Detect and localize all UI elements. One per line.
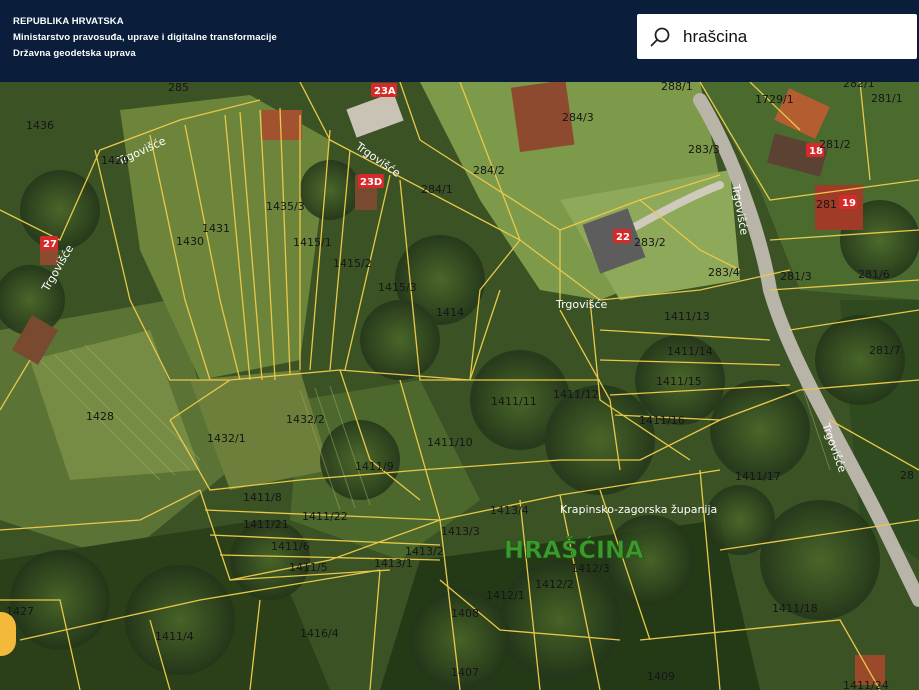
parcel-label: 1411/8 <box>243 491 282 504</box>
parcel-label: 281 <box>816 198 837 211</box>
parcel-label: 1412/2 <box>535 578 574 591</box>
parcel-label: 284/3 <box>562 111 594 124</box>
parcel-label: 1416/4 <box>300 627 339 640</box>
parcel-label: 283/3 <box>688 143 720 156</box>
search-icon[interactable] <box>649 26 671 48</box>
parcel-label: 1428 <box>86 410 114 423</box>
parcel-label: 281/7 <box>869 344 901 357</box>
parcel-label: 281/2 <box>819 138 851 151</box>
parcel-label: 1414 <box>436 306 464 319</box>
parcel-label: 1411/16 <box>639 414 685 427</box>
parcel-label: 1411/17 <box>735 470 781 483</box>
parcel-label: 1729/1 <box>755 93 794 106</box>
ministry-name: Ministarstvo pravosuđa, uprave i digital… <box>13 32 277 43</box>
parcel-label: 282/1 <box>843 82 875 90</box>
road-label: Trgovišće <box>555 298 607 311</box>
county-label: Krapinsko-zagorska županija <box>560 503 717 516</box>
parcel-label: 283/2 <box>634 236 666 249</box>
place-name: HRAŠĆINA <box>504 534 644 564</box>
parcel-label: 1415/2 <box>333 257 372 270</box>
parcel-label: 284/1 <box>421 183 453 196</box>
parcel-label: 1411/10 <box>427 436 473 449</box>
search-box[interactable] <box>637 14 917 59</box>
country-name: REPUBLIKA HRVATSKA <box>13 16 124 27</box>
parcel-label: 288/1 <box>661 82 693 93</box>
agency-name: Državna geodetska uprava <box>13 48 136 59</box>
parcel-label: 1432/1 <box>207 432 246 445</box>
parcel-label: 1408 <box>451 607 479 620</box>
house-number-badge: 27 <box>43 239 57 250</box>
parcel-label: 285 <box>168 82 189 94</box>
parcel-label: 1411/13 <box>664 310 710 323</box>
parcel-label: 1411/18 <box>772 602 818 615</box>
parcel-label: 1411/15 <box>656 375 702 388</box>
house-number-badge: 23A <box>374 86 396 97</box>
agency-brand[interactable]: REPUBLIKA HRVATSKA Ministarstvo pravosuđ… <box>13 14 277 62</box>
parcel-label: 1412/1 <box>486 589 525 602</box>
parcel-label: 1411/14 <box>667 345 713 358</box>
parcel-label: 283/4 <box>708 266 740 279</box>
parcel-label: 1411/12 <box>553 388 599 401</box>
parcel-label: 284/2 <box>473 164 505 177</box>
map-view[interactable]: Trgovišće Trgovišće Trgovišće Trgovišće … <box>0 82 919 690</box>
house-number-badge: 22 <box>616 232 630 243</box>
parcel-label: 1411/24 <box>843 679 889 690</box>
parcel-label: 281/1 <box>871 92 903 105</box>
search-input[interactable] <box>681 25 905 48</box>
parcel-label: 1413/3 <box>441 525 480 538</box>
parcel-label: 1429 <box>101 154 129 167</box>
parcel-label: 1415/1 <box>293 236 332 249</box>
cadastral-map[interactable]: Trgovišće Trgovišće Trgovišće Trgovišće … <box>0 82 919 690</box>
parcel-label: 1430 <box>176 235 204 248</box>
parcel-label: 28 <box>900 469 914 482</box>
parcel-label: 1415/3 <box>378 281 417 294</box>
parcel-label: 1411/11 <box>491 395 537 408</box>
parcel-label: 1407 <box>451 666 479 679</box>
parcel-label: 281/3 <box>780 270 812 283</box>
parcel-label: 1413/4 <box>490 504 529 517</box>
parcel-label: 1436 <box>26 119 54 132</box>
parcel-label: 1435/3 <box>266 200 305 213</box>
parcel-label: 1411/22 <box>302 510 348 523</box>
parcel-label: 1411/4 <box>155 630 194 643</box>
parcel-label: 1431 <box>202 222 230 235</box>
parcel-label: 1409 <box>647 670 675 683</box>
parcel-label: 1413/1 <box>374 557 413 570</box>
parcel-label: 281/6 <box>858 268 890 281</box>
parcel-label: 1411/9 <box>355 460 394 473</box>
header-bar: REPUBLIKA HRVATSKA Ministarstvo pravosuđ… <box>0 0 919 82</box>
house-number-badge: 19 <box>842 198 856 209</box>
parcel-label: 1432/2 <box>286 413 325 426</box>
parcel-label: 1411/6 <box>271 540 310 553</box>
parcel-label: 1411/5 <box>289 561 328 574</box>
house-number-badge: 23D <box>360 177 382 188</box>
parcel-label: 1411/21 <box>243 518 289 531</box>
